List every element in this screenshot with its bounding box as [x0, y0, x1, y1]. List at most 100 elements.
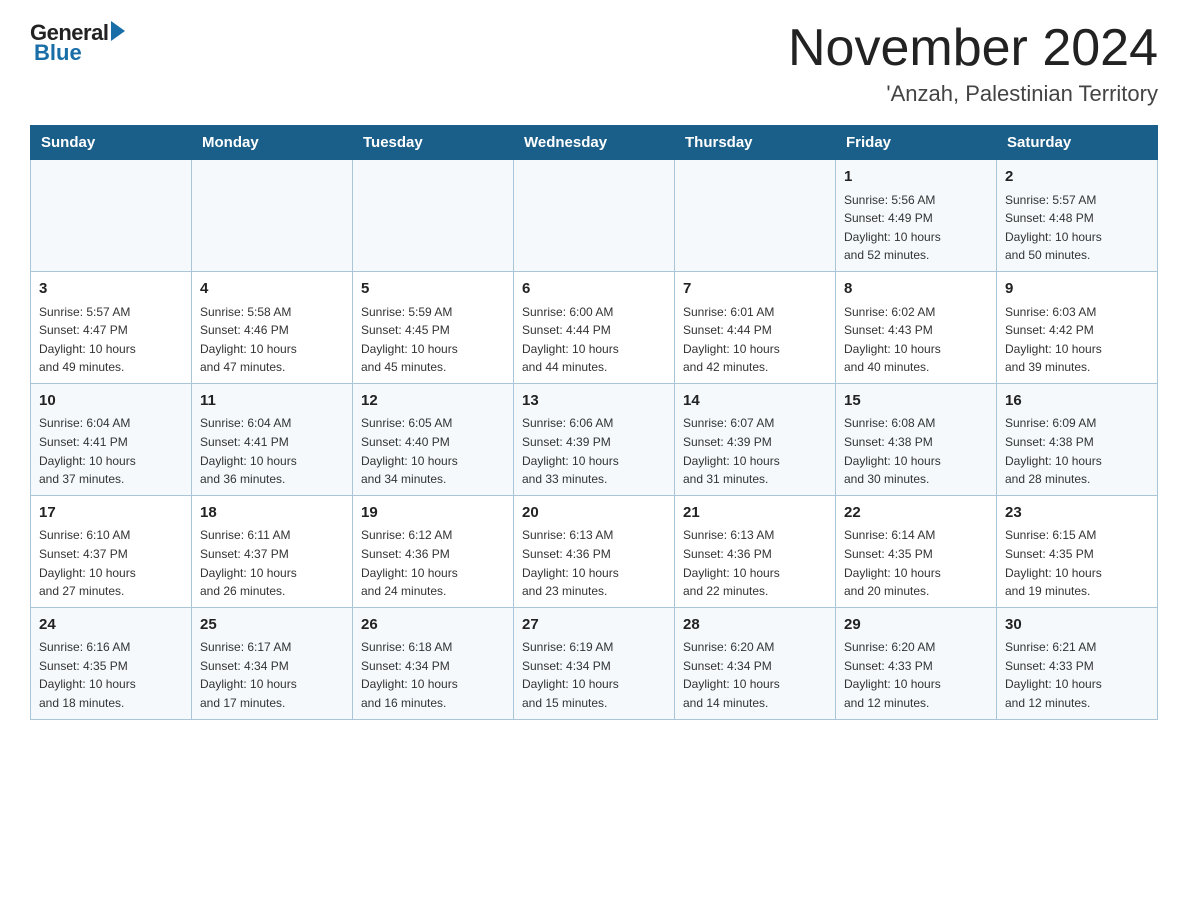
day-number: 10: [39, 390, 183, 413]
day-number: 21: [683, 502, 827, 525]
day-info: Sunrise: 6:15 AM Sunset: 4:35 PM Dayligh…: [1005, 526, 1149, 600]
day-number: 30: [1005, 614, 1149, 637]
day-cell: 11Sunrise: 6:04 AM Sunset: 4:41 PM Dayli…: [192, 383, 353, 495]
day-info: Sunrise: 6:11 AM Sunset: 4:37 PM Dayligh…: [200, 526, 344, 600]
week-row-1: 1Sunrise: 5:56 AM Sunset: 4:49 PM Daylig…: [31, 160, 1158, 272]
day-cell: 29Sunrise: 6:20 AM Sunset: 4:33 PM Dayli…: [836, 607, 997, 719]
calendar-table: SundayMondayTuesdayWednesdayThursdayFrid…: [30, 125, 1158, 719]
logo-blue-text: Blue: [34, 40, 82, 66]
day-cell: 1Sunrise: 5:56 AM Sunset: 4:49 PM Daylig…: [836, 160, 997, 272]
day-number: 24: [39, 614, 183, 637]
day-cell: 14Sunrise: 6:07 AM Sunset: 4:39 PM Dayli…: [675, 383, 836, 495]
day-cell: 30Sunrise: 6:21 AM Sunset: 4:33 PM Dayli…: [997, 607, 1158, 719]
day-number: 28: [683, 614, 827, 637]
day-number: 15: [844, 390, 988, 413]
title-block: November 2024 'Anzah, Palestinian Territ…: [788, 20, 1158, 107]
day-info: Sunrise: 5:57 AM Sunset: 4:47 PM Dayligh…: [39, 303, 183, 377]
day-cell: 4Sunrise: 5:58 AM Sunset: 4:46 PM Daylig…: [192, 272, 353, 384]
col-header-monday: Monday: [192, 126, 353, 160]
week-row-2: 3Sunrise: 5:57 AM Sunset: 4:47 PM Daylig…: [31, 272, 1158, 384]
day-info: Sunrise: 6:20 AM Sunset: 4:33 PM Dayligh…: [844, 638, 988, 712]
day-cell: [192, 160, 353, 272]
day-cell: 15Sunrise: 6:08 AM Sunset: 4:38 PM Dayli…: [836, 383, 997, 495]
day-cell: 28Sunrise: 6:20 AM Sunset: 4:34 PM Dayli…: [675, 607, 836, 719]
day-cell: 17Sunrise: 6:10 AM Sunset: 4:37 PM Dayli…: [31, 495, 192, 607]
day-cell: 24Sunrise: 6:16 AM Sunset: 4:35 PM Dayli…: [31, 607, 192, 719]
day-number: 2: [1005, 166, 1149, 189]
day-number: 6: [522, 278, 666, 301]
day-cell: 21Sunrise: 6:13 AM Sunset: 4:36 PM Dayli…: [675, 495, 836, 607]
day-number: 3: [39, 278, 183, 301]
day-info: Sunrise: 6:17 AM Sunset: 4:34 PM Dayligh…: [200, 638, 344, 712]
col-header-saturday: Saturday: [997, 126, 1158, 160]
day-info: Sunrise: 6:04 AM Sunset: 4:41 PM Dayligh…: [39, 414, 183, 488]
page-header: General Blue November 2024 'Anzah, Pales…: [30, 20, 1158, 107]
day-info: Sunrise: 6:08 AM Sunset: 4:38 PM Dayligh…: [844, 414, 988, 488]
header-row: SundayMondayTuesdayWednesdayThursdayFrid…: [31, 126, 1158, 160]
day-number: 17: [39, 502, 183, 525]
day-info: Sunrise: 6:05 AM Sunset: 4:40 PM Dayligh…: [361, 414, 505, 488]
day-cell: 6Sunrise: 6:00 AM Sunset: 4:44 PM Daylig…: [514, 272, 675, 384]
day-number: 9: [1005, 278, 1149, 301]
calendar-title: November 2024: [788, 20, 1158, 77]
day-number: 14: [683, 390, 827, 413]
day-cell: [353, 160, 514, 272]
day-info: Sunrise: 6:06 AM Sunset: 4:39 PM Dayligh…: [522, 414, 666, 488]
day-number: 29: [844, 614, 988, 637]
day-number: 1: [844, 166, 988, 189]
col-header-tuesday: Tuesday: [353, 126, 514, 160]
week-row-3: 10Sunrise: 6:04 AM Sunset: 4:41 PM Dayli…: [31, 383, 1158, 495]
day-info: Sunrise: 6:13 AM Sunset: 4:36 PM Dayligh…: [683, 526, 827, 600]
day-info: Sunrise: 6:07 AM Sunset: 4:39 PM Dayligh…: [683, 414, 827, 488]
day-number: 26: [361, 614, 505, 637]
day-cell: 2Sunrise: 5:57 AM Sunset: 4:48 PM Daylig…: [997, 160, 1158, 272]
day-info: Sunrise: 6:09 AM Sunset: 4:38 PM Dayligh…: [1005, 414, 1149, 488]
day-number: 18: [200, 502, 344, 525]
day-info: Sunrise: 6:12 AM Sunset: 4:36 PM Dayligh…: [361, 526, 505, 600]
day-cell: 23Sunrise: 6:15 AM Sunset: 4:35 PM Dayli…: [997, 495, 1158, 607]
day-cell: 26Sunrise: 6:18 AM Sunset: 4:34 PM Dayli…: [353, 607, 514, 719]
day-number: 12: [361, 390, 505, 413]
day-info: Sunrise: 6:21 AM Sunset: 4:33 PM Dayligh…: [1005, 638, 1149, 712]
day-info: Sunrise: 5:57 AM Sunset: 4:48 PM Dayligh…: [1005, 191, 1149, 265]
day-number: 27: [522, 614, 666, 637]
day-info: Sunrise: 5:59 AM Sunset: 4:45 PM Dayligh…: [361, 303, 505, 377]
day-cell: 13Sunrise: 6:06 AM Sunset: 4:39 PM Dayli…: [514, 383, 675, 495]
day-cell: 12Sunrise: 6:05 AM Sunset: 4:40 PM Dayli…: [353, 383, 514, 495]
day-info: Sunrise: 6:18 AM Sunset: 4:34 PM Dayligh…: [361, 638, 505, 712]
day-info: Sunrise: 6:14 AM Sunset: 4:35 PM Dayligh…: [844, 526, 988, 600]
day-info: Sunrise: 6:20 AM Sunset: 4:34 PM Dayligh…: [683, 638, 827, 712]
col-header-wednesday: Wednesday: [514, 126, 675, 160]
day-number: 22: [844, 502, 988, 525]
logo-triangle-icon: [111, 21, 125, 41]
day-cell: 25Sunrise: 6:17 AM Sunset: 4:34 PM Dayli…: [192, 607, 353, 719]
day-info: Sunrise: 6:19 AM Sunset: 4:34 PM Dayligh…: [522, 638, 666, 712]
day-cell: 22Sunrise: 6:14 AM Sunset: 4:35 PM Dayli…: [836, 495, 997, 607]
day-cell: 10Sunrise: 6:04 AM Sunset: 4:41 PM Dayli…: [31, 383, 192, 495]
day-cell: 5Sunrise: 5:59 AM Sunset: 4:45 PM Daylig…: [353, 272, 514, 384]
day-cell: 19Sunrise: 6:12 AM Sunset: 4:36 PM Dayli…: [353, 495, 514, 607]
day-cell: 18Sunrise: 6:11 AM Sunset: 4:37 PM Dayli…: [192, 495, 353, 607]
day-info: Sunrise: 6:03 AM Sunset: 4:42 PM Dayligh…: [1005, 303, 1149, 377]
day-info: Sunrise: 5:56 AM Sunset: 4:49 PM Dayligh…: [844, 191, 988, 265]
week-row-4: 17Sunrise: 6:10 AM Sunset: 4:37 PM Dayli…: [31, 495, 1158, 607]
day-info: Sunrise: 6:01 AM Sunset: 4:44 PM Dayligh…: [683, 303, 827, 377]
calendar-location: 'Anzah, Palestinian Territory: [788, 81, 1158, 107]
day-info: Sunrise: 6:13 AM Sunset: 4:36 PM Dayligh…: [522, 526, 666, 600]
day-number: 25: [200, 614, 344, 637]
day-info: Sunrise: 6:04 AM Sunset: 4:41 PM Dayligh…: [200, 414, 344, 488]
day-number: 7: [683, 278, 827, 301]
day-info: Sunrise: 6:10 AM Sunset: 4:37 PM Dayligh…: [39, 526, 183, 600]
day-cell: 20Sunrise: 6:13 AM Sunset: 4:36 PM Dayli…: [514, 495, 675, 607]
day-cell: 3Sunrise: 5:57 AM Sunset: 4:47 PM Daylig…: [31, 272, 192, 384]
day-cell: 27Sunrise: 6:19 AM Sunset: 4:34 PM Dayli…: [514, 607, 675, 719]
day-cell: 7Sunrise: 6:01 AM Sunset: 4:44 PM Daylig…: [675, 272, 836, 384]
day-cell: 8Sunrise: 6:02 AM Sunset: 4:43 PM Daylig…: [836, 272, 997, 384]
logo: General Blue: [30, 20, 125, 66]
day-info: Sunrise: 5:58 AM Sunset: 4:46 PM Dayligh…: [200, 303, 344, 377]
day-cell: [675, 160, 836, 272]
day-cell: [31, 160, 192, 272]
day-number: 16: [1005, 390, 1149, 413]
day-number: 11: [200, 390, 344, 413]
day-cell: 16Sunrise: 6:09 AM Sunset: 4:38 PM Dayli…: [997, 383, 1158, 495]
